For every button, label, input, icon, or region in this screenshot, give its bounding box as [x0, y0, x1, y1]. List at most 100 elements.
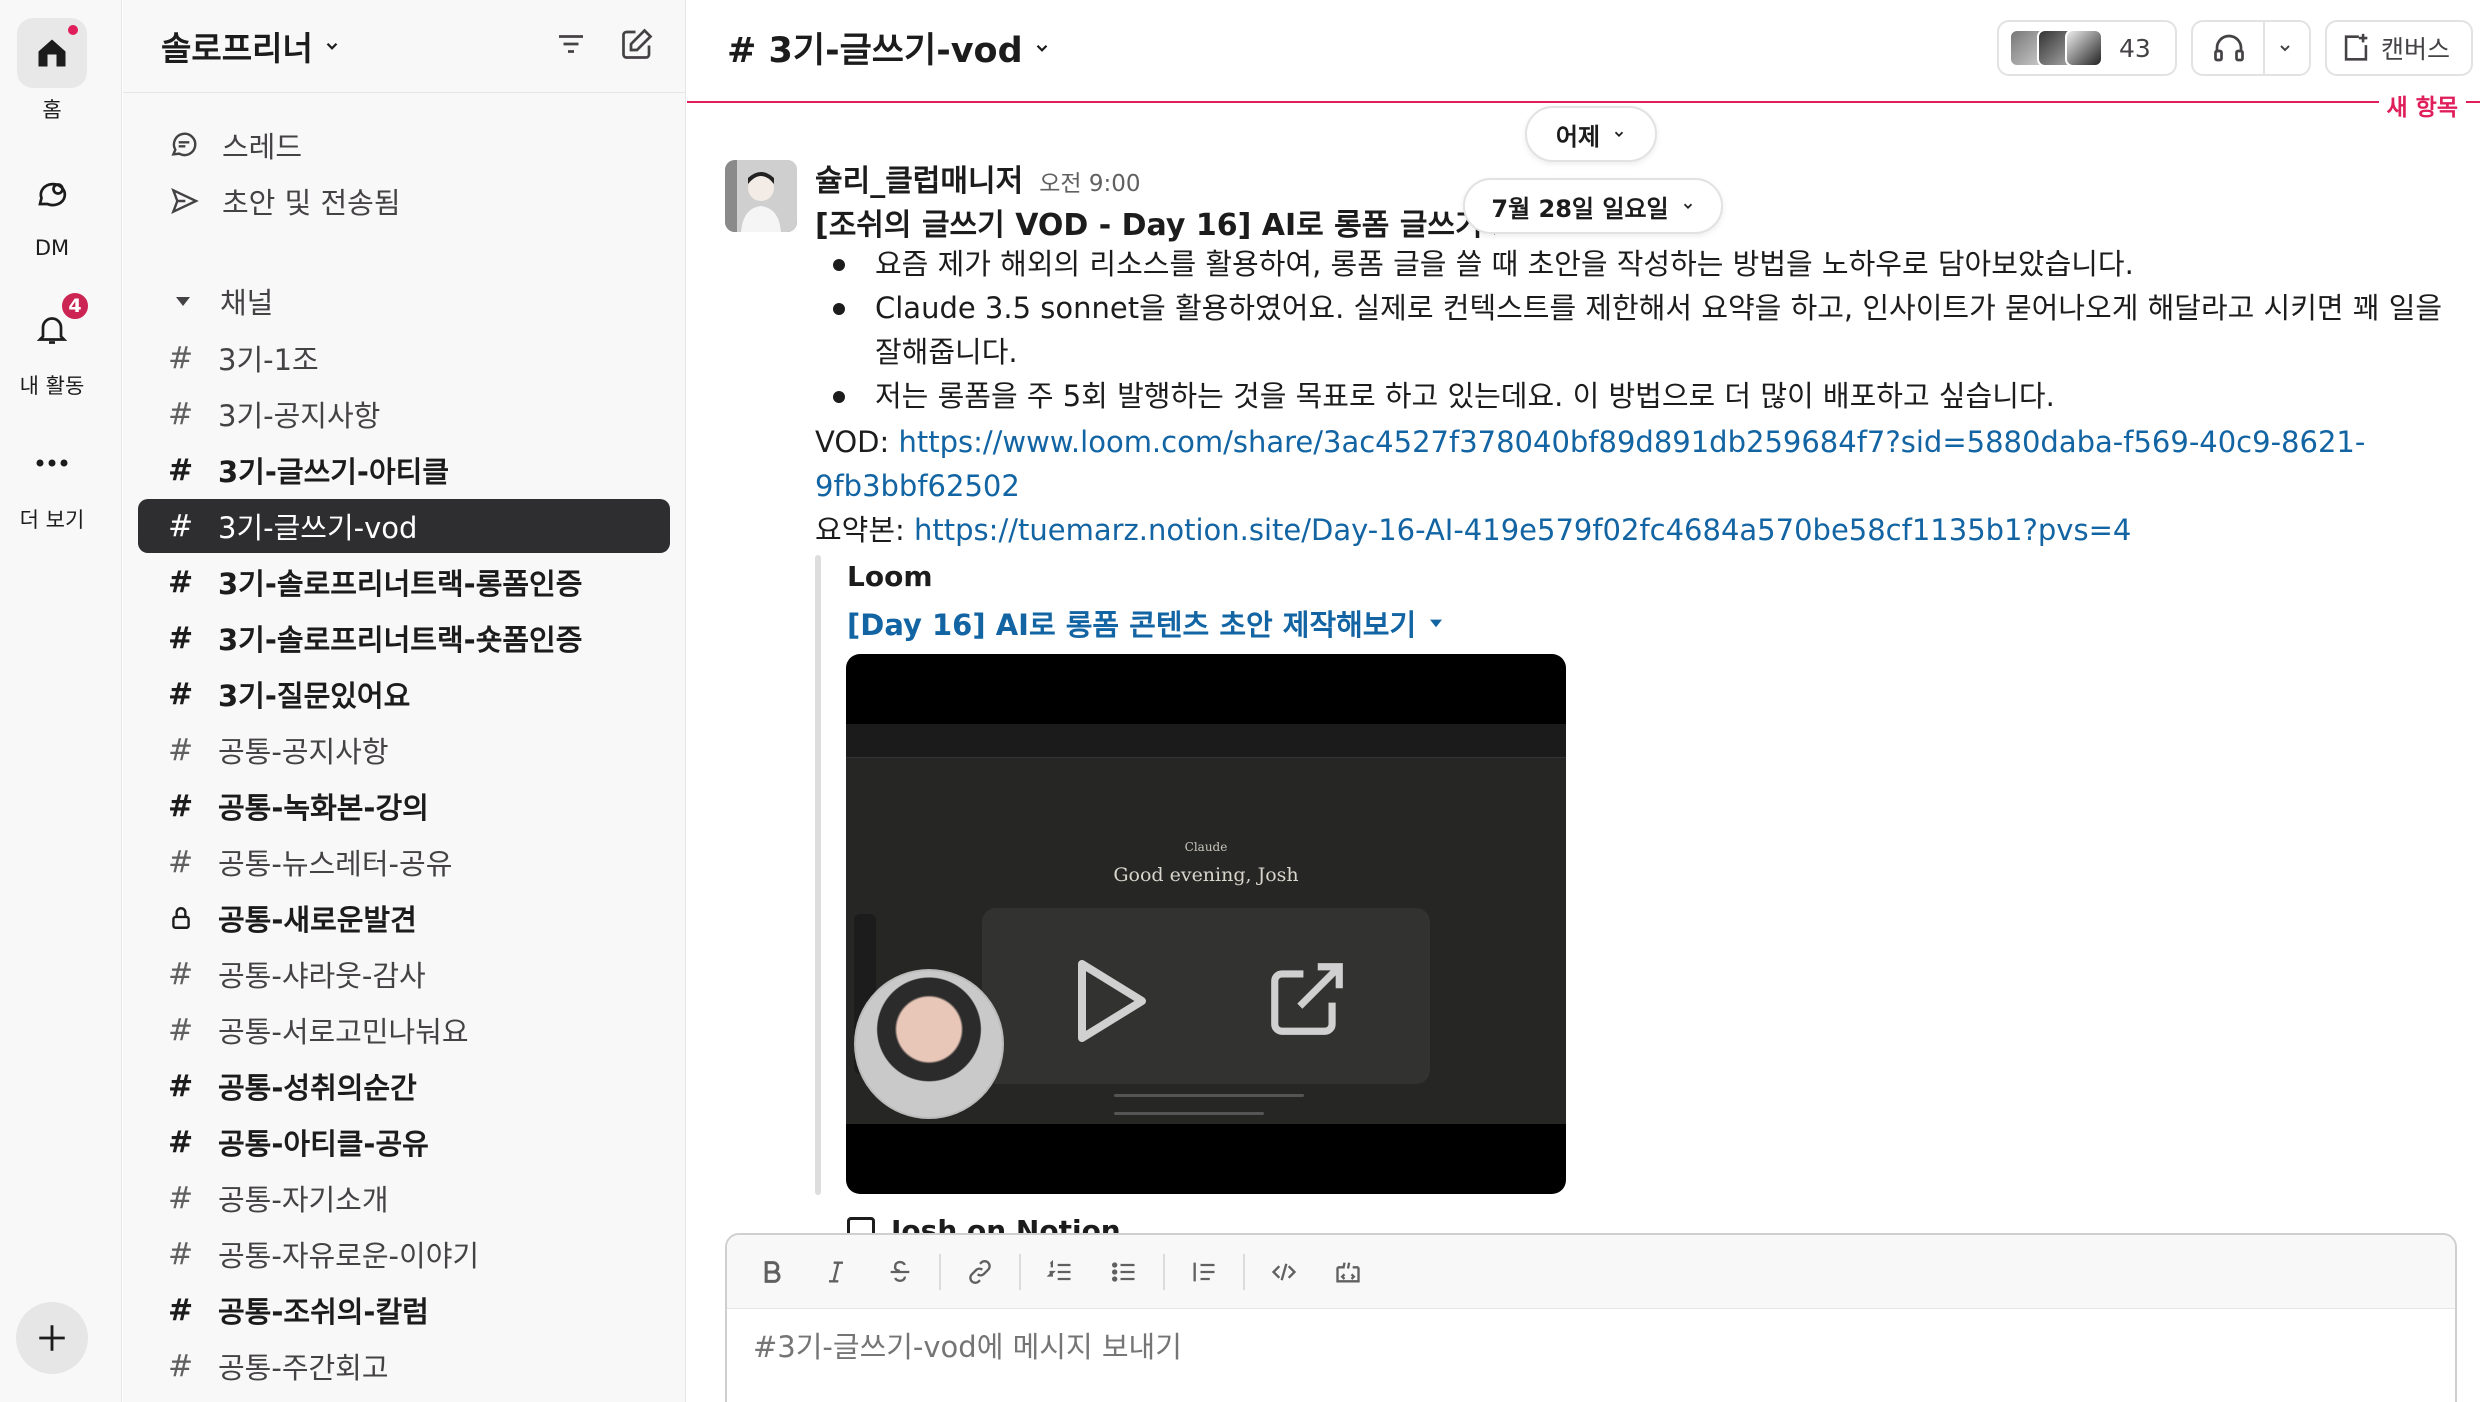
blockquote-button[interactable] — [1179, 1247, 1229, 1297]
members-button[interactable]: 43 — [1997, 20, 2177, 76]
channel-item[interactable]: # 공통-샤라웃-감사 — [138, 947, 670, 1001]
code-icon — [1271, 1263, 1297, 1280]
ordered-list-icon — [1046, 1259, 1071, 1280]
channel-name: 3기-1조 — [218, 343, 319, 377]
bulleted-list-button[interactable] — [1099, 1247, 1149, 1297]
channel-item[interactable]: # 공통-조쉬의-칼럼 — [138, 1283, 670, 1337]
blockquote-icon — [1193, 1262, 1215, 1281]
channel-header: # 3기-글쓰기-vod 43 캔버스 — [687, 0, 2480, 94]
vod-line: VOD: https://www.loom.com/share/3ac4527f… — [815, 420, 2455, 508]
hash-icon: # — [168, 1068, 194, 1104]
hash-icon: # — [168, 1236, 194, 1272]
channel-view: # 3기-글쓰기-vod 43 캔버스 새 항목 어제 슐리_클럽매니저 오전 … — [687, 0, 2480, 1402]
channel-name: 3기-질문있어요 — [218, 679, 411, 713]
channel-item[interactable]: #3기-공지사항 — [138, 387, 670, 441]
date-pill-jul28[interactable]: 7월 28일 일요일 — [1463, 178, 1723, 234]
dm-button[interactable] — [17, 160, 87, 230]
code-block-button[interactable] — [1323, 1247, 1373, 1297]
nav-threads[interactable]: 스레드 — [168, 120, 302, 170]
strikethrough-button[interactable] — [875, 1247, 925, 1297]
channel-name: 공통-새로운발견 — [218, 903, 417, 937]
vod-link[interactable]: https://www.loom.com/share/3ac4527f37804… — [815, 425, 2365, 503]
channel-item[interactable]: # 공통-주간회고 — [138, 1339, 670, 1393]
channel-item[interactable]: #3기-글쓰기-아티클 — [138, 443, 670, 497]
chevron-down-icon[interactable] — [2277, 40, 2293, 56]
rail-home-label: 홈 — [42, 98, 62, 122]
canvas-button[interactable]: 캔버스 — [2325, 20, 2473, 76]
channel-item[interactable]: #3기-1조 — [138, 331, 670, 385]
workspace-name[interactable]: 솔로프리너 — [161, 22, 313, 70]
workspace-rail: 홈 DM 4 내 활동 더 보기 — [0, 0, 122, 1402]
toolbar-separator — [1163, 1253, 1165, 1290]
summary-line: 요약본: https://tuemarz.notion.site/Day-16-… — [815, 508, 2455, 552]
new-messages-divider — [687, 101, 2480, 103]
rail-more[interactable]: 더 보기 — [0, 428, 104, 534]
more-button[interactable] — [17, 428, 87, 498]
message-input[interactable] — [753, 1330, 2353, 1364]
channels-section-header[interactable]: 채널 — [168, 276, 273, 326]
hash-icon: # — [168, 1124, 194, 1160]
channel-name: 3기-솔로프리너트랙-숏폼인증 — [218, 623, 583, 657]
play-icon[interactable] — [1072, 956, 1152, 1046]
bold-icon — [764, 1260, 781, 1283]
message-timestamp[interactable]: 오전 9:00 — [1039, 164, 1140, 198]
rail-activity[interactable]: 4 내 활동 — [0, 290, 104, 400]
channel-item[interactable]: # 공통-뉴스레터-공유 — [138, 835, 670, 889]
sender-name[interactable]: 슐리_클럽매니저 — [815, 156, 1023, 200]
channel-name: 공통-녹화본-강의 — [218, 791, 429, 825]
video-brand: Claude — [1184, 840, 1228, 854]
divider — [2263, 20, 2265, 76]
compose-icon[interactable] — [619, 26, 655, 62]
channel-item[interactable]: #3기-글쓰기-vod — [138, 499, 670, 553]
bold-button[interactable] — [747, 1247, 797, 1297]
code-button[interactable] — [1259, 1247, 1309, 1297]
video-preview[interactable]: Claude Good evening, Josh — [846, 654, 1566, 1194]
huddle-button[interactable] — [2191, 20, 2311, 76]
video-text-line — [1114, 1112, 1264, 1115]
avatar — [2065, 29, 2103, 67]
date-pill-label: 어제 — [1555, 122, 1601, 151]
add-workspace-button[interactable] — [16, 1302, 88, 1374]
channel-name: 공통-서로고민나눠요 — [218, 1015, 469, 1049]
channel-item[interactable]: # 공통-아티클-공유 — [138, 1115, 670, 1169]
attachment-title-link[interactable]: [Day 16] AI로 롱폼 콘텐츠 초안 제작해보기 — [847, 602, 1444, 644]
chevron-down-icon — [1683, 203, 1692, 209]
channel-item[interactable]: # 공통-서로고민나눠요 — [138, 1003, 670, 1057]
vod-prefix: VOD: — [815, 425, 899, 459]
threads-icon — [171, 132, 197, 157]
channel-item[interactable]: 공통-새로운발견 — [138, 891, 670, 945]
channel-item[interactable]: # 공통-자기소개 — [138, 1171, 670, 1225]
channel-title-button[interactable]: # 3기-글쓰기-vod — [727, 22, 1051, 73]
link-button[interactable] — [955, 1247, 1005, 1297]
channel-item[interactable]: #3기-솔로프리너트랙-숏폼인증 — [138, 611, 670, 665]
channel-title: # 3기-글쓰기-vod — [727, 31, 1023, 71]
italic-button[interactable] — [811, 1247, 861, 1297]
hash-icon: # — [168, 452, 194, 488]
channel-item[interactable]: #3기-솔로프리너트랙-롱폼인증 — [138, 555, 670, 609]
divider — [123, 92, 685, 93]
more-icon — [36, 459, 68, 467]
headphones-icon — [2214, 34, 2244, 62]
date-pill-yesterday[interactable]: 어제 — [1525, 106, 1657, 162]
rail-home[interactable]: 홈 — [0, 18, 104, 124]
caret-down-icon[interactable] — [1428, 617, 1444, 629]
message-bullets: 요즘 제가 해외의 리소스를 활용하여, 롱폼 글을 쓸 때 초안을 작성하는 … — [815, 242, 2445, 418]
summary-link[interactable]: https://tuemarz.notion.site/Day-16-AI-41… — [914, 513, 2131, 547]
list-item: Claude 3.5 sonnet을 활용하였어요. 실제로 컨텍스트를 제한해… — [815, 286, 2445, 374]
channel-item[interactable]: #3기-질문있어요 — [138, 667, 670, 721]
italic-icon — [829, 1261, 843, 1282]
channel-item[interactable]: # 공통-녹화본-강의 — [138, 779, 670, 833]
rail-dm[interactable]: DM — [0, 160, 104, 260]
channel-item[interactable]: # 공통-성취의순간 — [138, 1059, 670, 1113]
sender-avatar[interactable] — [725, 160, 797, 232]
channel-name: 3기-솔로프리너트랙-롱폼인증 — [218, 567, 583, 601]
ordered-list-button[interactable] — [1035, 1247, 1085, 1297]
hash-icon: # — [168, 508, 194, 544]
home-button[interactable] — [17, 18, 87, 88]
nav-drafts-sent[interactable]: 초안 및 전송됨 — [168, 176, 401, 226]
channel-item[interactable]: # 공통-자유로운-이야기 — [138, 1227, 670, 1281]
filter-icon[interactable] — [553, 26, 589, 62]
channel-item[interactable]: # 공통-공지사항 — [138, 723, 670, 777]
external-link-icon[interactable] — [1264, 956, 1350, 1042]
activity-button[interactable]: 4 — [17, 290, 91, 364]
